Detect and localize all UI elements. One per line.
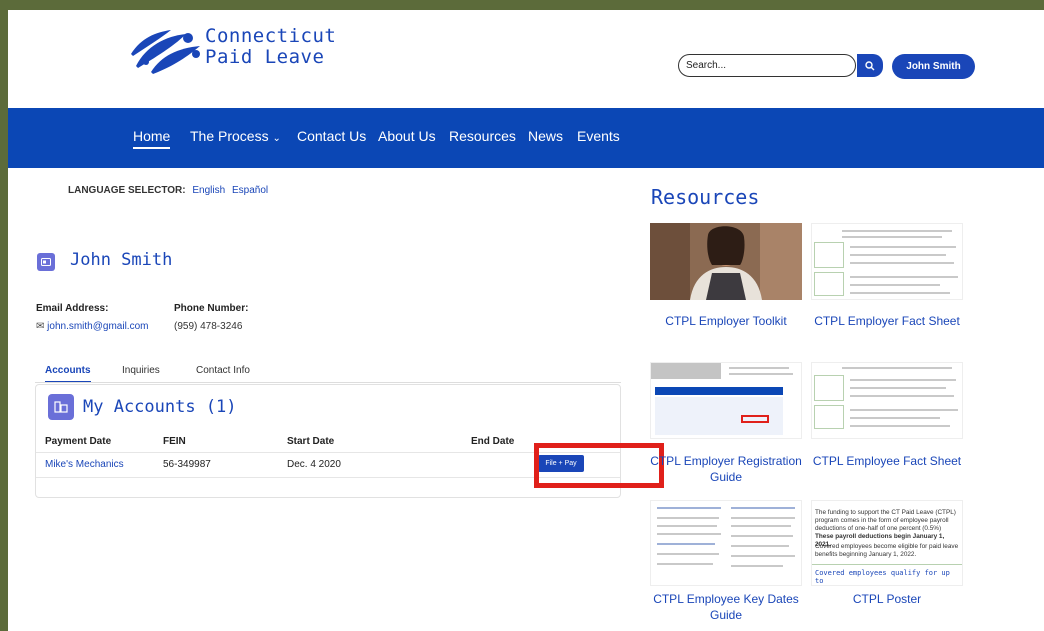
brand-line2: Paid Leave bbox=[205, 46, 325, 68]
chevron-down-icon: ⌄ bbox=[272, 133, 281, 144]
email-label: Email Address: bbox=[36, 303, 109, 314]
phone-value: (959) 478-3246 bbox=[174, 321, 243, 332]
tab-inquiries[interactable]: Inquiries bbox=[122, 365, 160, 376]
resource-employee-fact-sheet[interactable]: CTPL Employee Fact Sheet bbox=[811, 453, 963, 469]
email-text: john.smith@gmail.com bbox=[47, 321, 149, 332]
tab-accounts[interactable]: Accounts bbox=[45, 365, 91, 383]
nav-events[interactable]: Events bbox=[577, 128, 620, 144]
search-input[interactable]: Search... bbox=[678, 54, 856, 77]
poster-text-2: Covered employees become eligible for pa… bbox=[815, 543, 959, 558]
poster-text: The funding to support the CT Paid Leave… bbox=[815, 509, 956, 532]
accounts-icon bbox=[48, 394, 74, 420]
resource-employer-fact-sheet[interactable]: CTPL Employer Fact Sheet bbox=[811, 313, 963, 329]
table-divider bbox=[36, 477, 620, 478]
nav-contact-us[interactable]: Contact Us bbox=[297, 128, 366, 144]
nav-the-process[interactable]: The Process ⌄ bbox=[190, 128, 281, 144]
page-frame: Connecticut Paid Leave Search... John Sm… bbox=[8, 10, 1044, 631]
employer-toolkit-thumbnail[interactable] bbox=[650, 223, 802, 300]
resource-employee-key-dates[interactable]: CTPL Employee Key Dates Guide bbox=[650, 591, 802, 623]
column-header-payment-date: Payment Date bbox=[45, 436, 112, 447]
nav-resources[interactable]: Resources bbox=[449, 128, 516, 144]
resource-employer-registration-guide[interactable]: CTPL Employer Registration Guide bbox=[650, 453, 802, 485]
email-value[interactable]: ✉ john.smith@gmail.com bbox=[36, 321, 148, 332]
resources-title: Resources bbox=[651, 185, 760, 209]
account-fein: 56-349987 bbox=[163, 459, 211, 470]
column-header-end-date: End Date bbox=[471, 436, 515, 447]
poster-banner: Covered employees qualify for up to bbox=[815, 569, 950, 585]
language-selector: LANGUAGE SELECTOR: English Español bbox=[68, 185, 268, 196]
employee-key-dates-thumbnail[interactable] bbox=[650, 500, 802, 586]
ctpl-poster-thumbnail[interactable]: The funding to support the CT Paid Leave… bbox=[811, 500, 963, 586]
brand-line1: Connecticut bbox=[205, 25, 337, 47]
resource-employer-toolkit[interactable]: CTPL Employer Toolkit bbox=[650, 313, 802, 329]
account-start-date: Dec. 4 2020 bbox=[287, 459, 341, 470]
column-header-fein: FEIN bbox=[163, 436, 186, 447]
search-icon bbox=[865, 60, 875, 70]
employer-fact-sheet-thumbnail[interactable] bbox=[811, 223, 963, 300]
site-header: Connecticut Paid Leave Search... John Sm… bbox=[8, 10, 1044, 107]
mail-icon: ✉ bbox=[36, 321, 45, 332]
main-nav: Home The Process ⌄ Contact Us About Us R… bbox=[8, 108, 1044, 168]
highlight-annotation bbox=[534, 443, 664, 488]
brand-name[interactable]: Connecticut Paid Leave bbox=[205, 26, 336, 68]
employee-fact-sheet-thumbnail[interactable] bbox=[811, 362, 963, 439]
ct-leaf-logo-icon[interactable] bbox=[126, 26, 204, 74]
tab-divider bbox=[35, 382, 621, 383]
language-selector-label: LANGUAGE SELECTOR: bbox=[68, 185, 186, 196]
search-placeholder: Search... bbox=[686, 60, 727, 71]
nav-the-process-label: The Process bbox=[190, 128, 269, 144]
profile-name: John Smith bbox=[70, 250, 173, 270]
tab-contact-info[interactable]: Contact Info bbox=[196, 365, 250, 376]
accounts-title: My Accounts (1) bbox=[83, 397, 237, 417]
nav-news[interactable]: News bbox=[528, 128, 563, 144]
phone-label: Phone Number: bbox=[174, 303, 249, 314]
column-header-start-date: Start Date bbox=[287, 436, 335, 447]
id-card-icon bbox=[37, 253, 55, 271]
table-divider bbox=[36, 452, 620, 453]
nav-home[interactable]: Home bbox=[133, 128, 171, 149]
language-spanish-link[interactable]: Español bbox=[232, 185, 268, 196]
resource-ctpl-poster[interactable]: CTPL Poster bbox=[811, 591, 963, 607]
account-name-link[interactable]: Mike's Mechanics bbox=[45, 459, 124, 470]
language-english-link[interactable]: English bbox=[192, 185, 225, 196]
nav-about-us[interactable]: About Us bbox=[378, 128, 436, 144]
employer-registration-guide-thumbnail[interactable] bbox=[650, 362, 802, 439]
user-menu-button[interactable]: John Smith bbox=[892, 54, 975, 79]
search-button[interactable] bbox=[857, 54, 883, 77]
